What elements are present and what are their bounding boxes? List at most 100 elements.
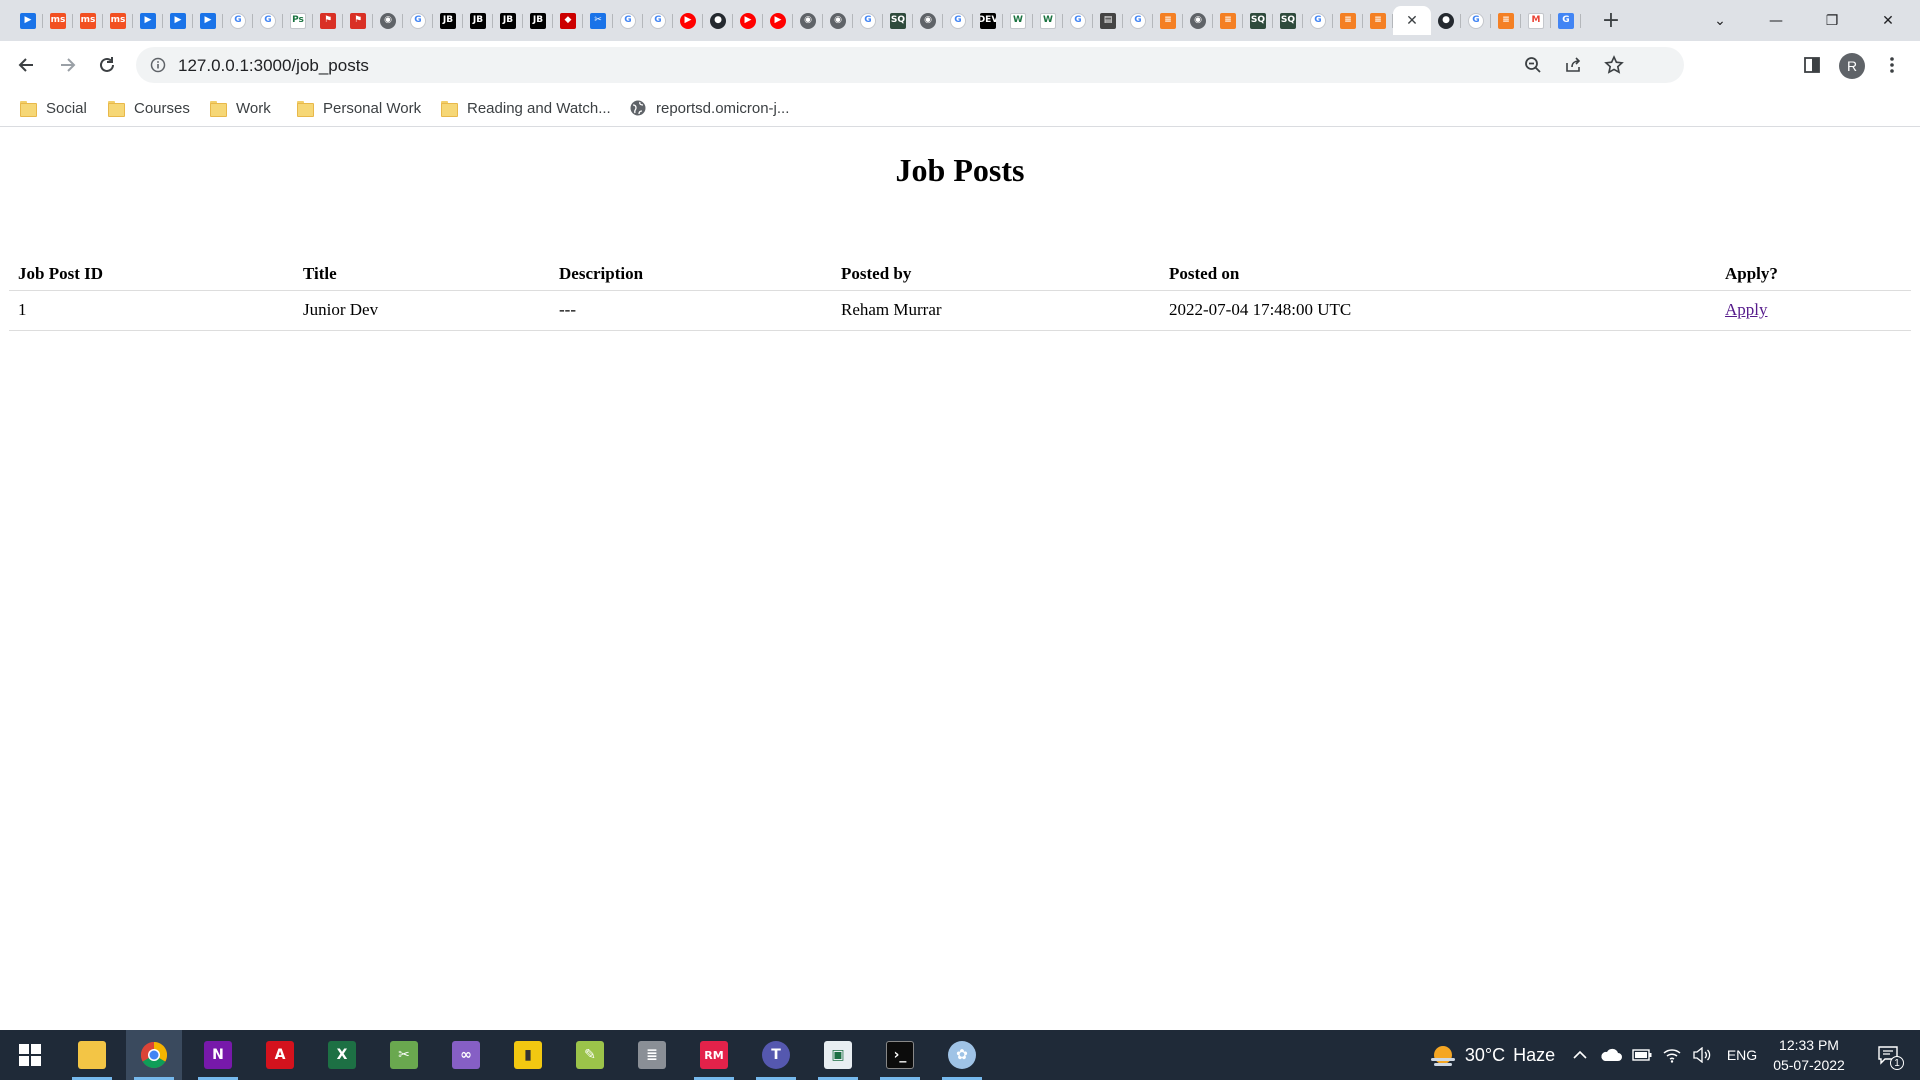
taskbar-excel[interactable]: X xyxy=(314,1030,370,1080)
browser-tab[interactable]: ✂ xyxy=(583,6,613,35)
browser-tab[interactable]: ◉ xyxy=(1183,6,1213,35)
browser-tab[interactable]: ▶ xyxy=(733,6,763,35)
back-button[interactable] xyxy=(11,49,43,81)
browser-tab[interactable]: ▶ xyxy=(673,6,703,35)
browser-tab[interactable]: ◆ xyxy=(553,6,583,35)
browser-tab[interactable]: ms xyxy=(73,6,103,35)
browser-tab[interactable]: G xyxy=(403,6,433,35)
browser-tab[interactable]: ▶ xyxy=(163,6,193,35)
taskbar-paint[interactable]: ✿ xyxy=(934,1030,990,1080)
browser-tab[interactable]: G xyxy=(1461,6,1491,35)
close-window-button[interactable]: ✕ xyxy=(1860,0,1916,41)
clock[interactable]: 12:33 PM 05-07-2022 xyxy=(1766,1030,1852,1080)
browser-tab[interactable]: ▶ xyxy=(133,6,163,35)
browser-tab[interactable]: M xyxy=(1521,6,1551,35)
taskbar-visual-studio[interactable]: ∞ xyxy=(438,1030,494,1080)
bookmark-folder-personal-work[interactable]: Personal Work xyxy=(297,97,421,119)
browser-tab[interactable]: SQ xyxy=(1273,6,1303,35)
reload-button[interactable] xyxy=(91,49,123,81)
taskbar-app-window[interactable]: ▣ xyxy=(810,1030,866,1080)
browser-tab[interactable]: ≡ xyxy=(1363,6,1393,35)
browser-tab[interactable]: JB xyxy=(523,6,553,35)
browser-tab[interactable]: JB xyxy=(433,6,463,35)
bookmark-folder-courses[interactable]: Courses xyxy=(108,97,190,119)
show-hidden-icons-button[interactable] xyxy=(1568,1030,1592,1080)
battery-button[interactable] xyxy=(1630,1030,1654,1080)
browser-tab[interactable]: G xyxy=(223,6,253,35)
browser-tab[interactable]: ◉ xyxy=(823,6,853,35)
taskbar-notepad[interactable]: ✎ xyxy=(562,1030,618,1080)
browser-tab[interactable]: W xyxy=(1003,6,1033,35)
browser-tab[interactable]: ≡ xyxy=(1491,6,1521,35)
browser-tab[interactable]: ◉ xyxy=(913,6,943,35)
taskbar-chrome[interactable] xyxy=(126,1030,182,1080)
taskbar-rubymine[interactable]: RM xyxy=(686,1030,742,1080)
weather-widget[interactable]: 30°C Haze xyxy=(1424,1030,1560,1080)
browser-tab[interactable]: G xyxy=(613,6,643,35)
browser-tab[interactable]: ms xyxy=(103,6,133,35)
browser-tab[interactable]: JB xyxy=(493,6,523,35)
browser-tab[interactable]: ● xyxy=(703,6,733,35)
forward-button[interactable] xyxy=(51,49,83,81)
taskbar-file-explorer[interactable] xyxy=(64,1030,120,1080)
browser-tab[interactable]: ≡ xyxy=(1213,6,1243,35)
bookmark-folder-social[interactable]: Social xyxy=(20,97,87,119)
taskbar-acrobat[interactable]: A xyxy=(252,1030,308,1080)
browser-tab[interactable]: G xyxy=(1303,6,1333,35)
info-icon[interactable] xyxy=(150,57,166,73)
taskbar-snip[interactable]: ✂ xyxy=(376,1030,432,1080)
browser-tab[interactable]: G xyxy=(1551,6,1581,35)
browser-tab[interactable]: ms xyxy=(43,6,73,35)
browser-tab[interactable]: SQ xyxy=(1243,6,1273,35)
browser-tab[interactable]: SQ xyxy=(883,6,913,35)
share-icon[interactable] xyxy=(1564,56,1582,74)
side-panel-button[interactable] xyxy=(1796,49,1828,81)
taskbar-power-bi[interactable]: ▮ xyxy=(500,1030,556,1080)
taskbar-onenote[interactable]: N xyxy=(190,1030,246,1080)
onedrive-button[interactable] xyxy=(1598,1030,1624,1080)
browser-tab[interactable]: ● xyxy=(1431,6,1461,35)
browser-tab[interactable]: G xyxy=(853,6,883,35)
zoom-icon[interactable] xyxy=(1524,56,1542,74)
tab-search-icon[interactable]: ⌄ xyxy=(1692,0,1748,41)
browser-tab[interactable]: ⚑ xyxy=(343,6,373,35)
bookmark-site-reportsd[interactable]: reportsd.omicron-j... xyxy=(630,97,789,119)
browser-tab[interactable]: ▶ xyxy=(193,6,223,35)
browser-tab[interactable]: G xyxy=(1063,6,1093,35)
new-tab-button[interactable]: + xyxy=(1596,6,1626,35)
profile-avatar[interactable]: R xyxy=(1839,53,1865,79)
browser-tab[interactable]: G xyxy=(1123,6,1153,35)
close-icon[interactable]: ✕ xyxy=(1406,13,1418,29)
browser-tab[interactable]: DEV xyxy=(973,6,1003,35)
restore-button[interactable]: ❐ xyxy=(1804,0,1860,41)
browser-tab[interactable]: ◉ xyxy=(373,6,403,35)
taskbar-teams[interactable]: T xyxy=(748,1030,804,1080)
browser-tab[interactable]: ▶ xyxy=(13,6,43,35)
browser-tab[interactable]: ▶ xyxy=(763,6,793,35)
start-button[interactable] xyxy=(2,1030,58,1080)
browser-tab[interactable]: ≡ xyxy=(1333,6,1363,35)
address-bar[interactable]: 127.0.0.1:3000/job_posts xyxy=(136,47,1684,83)
browser-tab[interactable]: ≡ xyxy=(1153,6,1183,35)
volume-button[interactable] xyxy=(1690,1030,1714,1080)
browser-tab[interactable]: ⚑ xyxy=(313,6,343,35)
taskbar-database[interactable]: ≣ xyxy=(624,1030,680,1080)
network-button[interactable] xyxy=(1660,1030,1684,1080)
taskbar-terminal[interactable]: ›_ xyxy=(872,1030,928,1080)
notification-center-button[interactable]: 1 xyxy=(1868,1030,1908,1080)
browser-tab[interactable]: G xyxy=(643,6,673,35)
browser-tab[interactable]: G xyxy=(253,6,283,35)
url-text[interactable]: 127.0.0.1:3000/job_posts xyxy=(178,56,369,76)
browser-tab[interactable]: ▤ xyxy=(1093,6,1123,35)
menu-button[interactable] xyxy=(1876,49,1908,81)
browser-tab[interactable]: G xyxy=(943,6,973,35)
active-browser-tab[interactable]: ✕ xyxy=(1393,6,1431,35)
apply-link[interactable]: Apply xyxy=(1725,300,1768,319)
browser-tab[interactable]: W xyxy=(1033,6,1063,35)
bookmark-folder-reading[interactable]: Reading and Watch... xyxy=(441,97,611,119)
bookmark-folder-work[interactable]: Work xyxy=(210,97,271,119)
bookmark-star-icon[interactable] xyxy=(1604,55,1624,75)
minimize-button[interactable]: — xyxy=(1748,0,1804,41)
browser-tab[interactable]: JB xyxy=(463,6,493,35)
browser-tab[interactable]: ◉ xyxy=(793,6,823,35)
